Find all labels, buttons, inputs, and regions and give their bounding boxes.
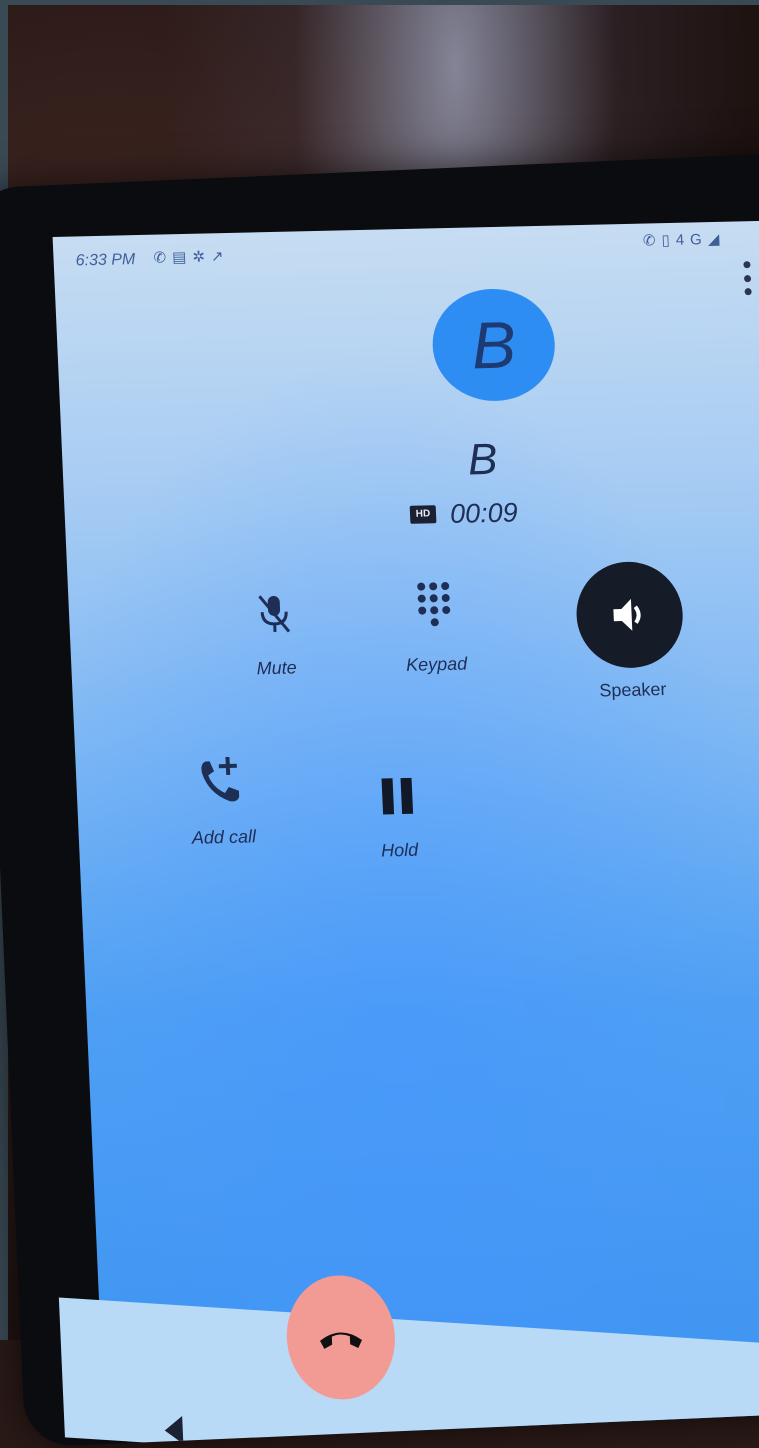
mute-button[interactable]: Mute <box>228 591 322 680</box>
hd-badge: HD <box>410 505 437 524</box>
keypad-label: Keypad <box>381 653 492 676</box>
speaker-icon <box>607 592 653 637</box>
missed-call-icon: ↗ <box>211 248 230 265</box>
settings-icon: ✲ <box>192 248 211 265</box>
in-call-screen: 6:33 PM ✆▤✲↗ ✆▯4G◢ B B HD 00:09 Mut <box>53 219 759 1436</box>
dialpad-icon <box>413 580 455 633</box>
phone-icon: ✆ <box>153 249 172 266</box>
call-info: HD 00:09 <box>409 496 518 530</box>
speaker-label: Speaker <box>567 678 698 702</box>
pause-icon <box>377 774 417 819</box>
system-icons: ✆▯4G◢ <box>643 230 726 250</box>
add-call-label: Add call <box>168 826 279 849</box>
frame-border-top <box>0 0 759 5</box>
more-options-icon[interactable] <box>740 261 753 295</box>
phone-device: 6:33 PM ✆▤✲↗ ✆▯4G◢ B B HD 00:09 Mut <box>0 151 759 1447</box>
hold-label: Hold <box>349 839 450 862</box>
mic-off-icon <box>253 591 295 636</box>
hang-up-icon <box>315 1322 366 1353</box>
notification-icons: ✆▤✲↗ <box>153 247 230 267</box>
contact-avatar: B <box>430 288 557 403</box>
add-call-button[interactable]: Add call <box>165 752 279 849</box>
speaker-button[interactable]: Speaker <box>562 560 698 702</box>
call-icon: ✆ <box>643 232 662 249</box>
network-label: 4G <box>675 231 708 249</box>
contact-name: B <box>442 434 524 486</box>
vibrate-icon: ▯ <box>661 232 676 249</box>
keypad-button[interactable]: Keypad <box>378 579 492 676</box>
add-call-icon <box>197 753 245 806</box>
hold-button[interactable]: Hold <box>346 773 450 862</box>
status-bar: 6:33 PM ✆▤✲↗ ✆▯4G◢ <box>53 219 759 277</box>
signal-icon: ◢ <box>707 231 725 248</box>
mute-label: Mute <box>231 657 322 680</box>
back-icon[interactable] <box>160 1414 187 1447</box>
message-icon: ▤ <box>172 249 193 266</box>
speaker-active-circle <box>574 561 685 669</box>
call-timer: 00:09 <box>449 497 518 530</box>
status-time: 6:33 PM <box>75 251 135 270</box>
